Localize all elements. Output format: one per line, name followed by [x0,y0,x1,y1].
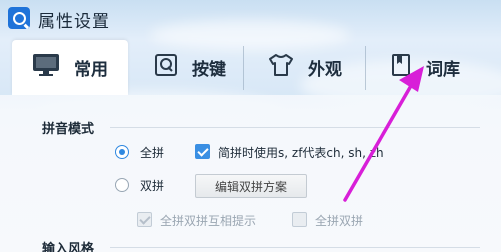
settings-window: 属性设置 常用 按键 外观 词库 拼音模式 全拼 简拼时使用s, zf代表ch,… [0,0,501,252]
section-divider [110,127,480,128]
input-style-title: 输入风格 [42,242,95,252]
tab-keys[interactable]: 按键 [135,40,245,95]
jianpin-description: s, zf代表ch, sh, zh [278,146,384,160]
double-other-checkbox[interactable] [292,212,307,227]
mutual-hint-checkbox[interactable] [137,212,152,227]
tab-dictionary-label: 词库 [426,60,460,80]
jianpin-checkbox[interactable] [195,144,210,159]
tab-keys-label: 按键 [192,60,226,80]
tab-divider [365,46,366,90]
tab-common[interactable]: 常用 [12,40,128,95]
edit-double-pinyin-scheme-button[interactable]: 编辑双拼方案 [195,174,307,198]
monitor-icon [32,53,60,82]
tab-appearance-label: 外观 [308,60,342,80]
book-icon [390,53,412,82]
window-title: 属性设置 [38,12,110,32]
tshirt-icon [268,53,294,82]
full-pinyin-radio[interactable] [115,145,129,159]
jianpin-label-text: 简拼时使用 [218,146,279,160]
mutual-hint-label: 全拼双拼互相提示 [160,214,257,228]
tab-bar: 常用 按键 外观 词库 [0,40,501,95]
tab-appearance[interactable]: 外观 [250,40,360,95]
double-pinyin-radio[interactable] [115,178,129,192]
tab-common-label: 常用 [74,60,108,80]
section-divider [110,247,480,248]
tab-dictionary[interactable]: 词库 [370,40,480,95]
keyboard-q-icon [154,53,178,82]
jianpin-label: 简拼时使用s, zf代表ch, sh, zh [218,144,384,161]
pinyin-mode-title: 拼音模式 [42,122,95,137]
title-bar: 属性设置 [0,0,501,36]
double-pinyin-label: 双拼 [140,179,165,193]
double-other-label: 全拼双拼 [315,214,364,228]
full-pinyin-label: 全拼 [140,146,165,160]
app-logo-icon [8,7,30,29]
